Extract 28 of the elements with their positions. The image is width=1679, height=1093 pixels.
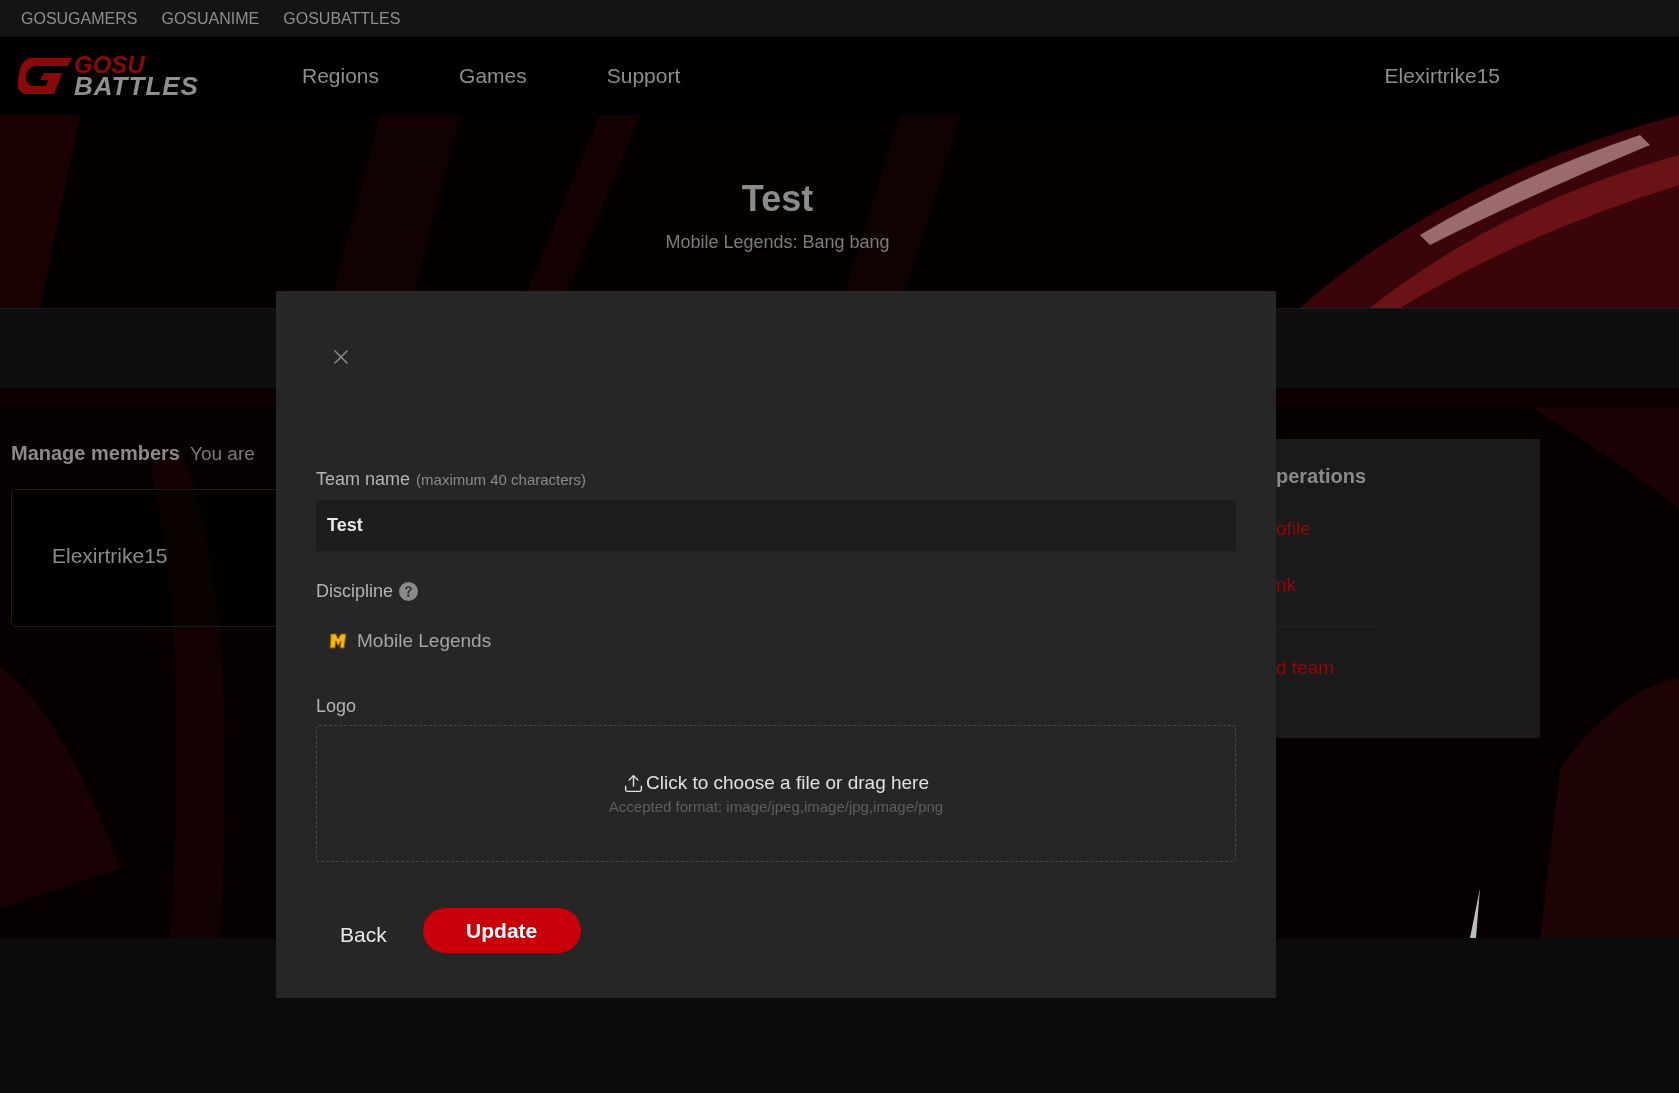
site-link[interactable]: GOSUANIME	[161, 9, 260, 28]
upload-icon	[622, 772, 644, 794]
field-label: Logo	[316, 696, 357, 717]
username-link[interactable]: Elexirtrike15	[1384, 64, 1500, 88]
format-note: Accepted format: image/jpeg,image/jpg,image/png	[608, 798, 944, 815]
update-button[interactable]: Update	[422, 908, 581, 953]
discipline-name: Mobile Legends	[357, 630, 492, 652]
field-hint: (maximum 40 characters)	[416, 471, 587, 488]
logo-text: GOSU BATTLES	[74, 54, 199, 98]
back-button[interactable]: Back	[340, 922, 387, 947]
logo-icon	[16, 56, 72, 96]
section-title: Manage members	[11, 442, 180, 465]
site-link[interactable]: GOSUBATTLES	[283, 9, 401, 28]
game-subtitle: Mobile Legends: Bang bang	[665, 232, 890, 253]
help-icon[interactable]	[399, 582, 419, 601]
field-label: Discipline	[316, 581, 394, 602]
nav-link[interactable]: Regions	[302, 64, 380, 88]
nav-link[interactable]: Support	[606, 64, 681, 88]
file-drop-zone[interactable]: Click to choose a file or drag here Accepted format: image/jpeg,image/jpg,image/png	[316, 725, 1236, 862]
section-note: You are	[189, 443, 255, 465]
team-title: Test	[741, 178, 814, 220]
field-label: Team name	[316, 469, 411, 490]
upload-text: Click to choose a file or drag here	[645, 772, 929, 794]
nav-link[interactable]: Games	[459, 64, 527, 88]
card-title: perations	[1276, 465, 1368, 488]
site-link[interactable]: GOSUGAMERS	[21, 9, 138, 28]
game-icon	[328, 631, 348, 651]
team-name-input[interactable]: Test	[316, 500, 1236, 551]
